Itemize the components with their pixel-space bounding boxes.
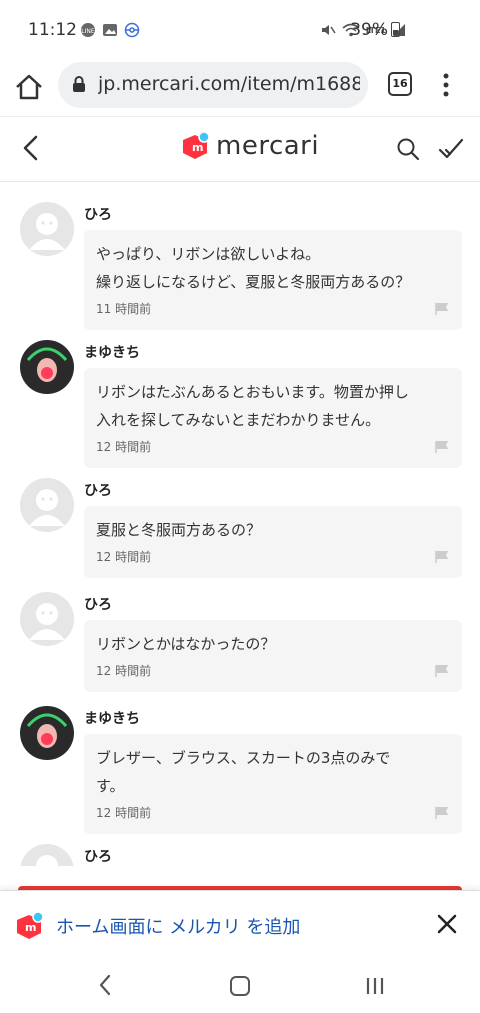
nav-home-icon[interactable] [230,976,250,996]
avatar[interactable] [20,478,74,532]
comment-username[interactable]: ひろ [84,204,112,224]
default-avatar-icon [29,213,65,250]
avatar[interactable] [20,844,74,866]
back-arrow-icon[interactable] [18,133,44,163]
lock-icon [73,76,85,92]
nav-recents-icon[interactable] [364,976,386,996]
search-icon[interactable] [396,137,420,161]
status-time: 11:12 [28,20,77,40]
mercari-logo[interactable]: m mercari [180,131,319,161]
default-avatar-icon [29,489,65,526]
comment-bubble: リボンはたぶんあるとおもいます。物置か押し 入れを探してみないとまだわかりません… [84,368,462,468]
logo-text: mercari [216,131,320,161]
url-field[interactable]: jp.mercari.com/item/m1688 [58,62,368,108]
comment-text: ブレザー、ブラウス、スカートの3点のみで す。 [96,749,391,795]
comment-username[interactable]: ひろ [84,480,112,500]
report-flag-icon[interactable] [434,664,450,678]
battery-icon [391,22,400,37]
battery-percent: 39% [350,20,388,40]
svg-text:m: m [25,921,36,934]
report-flag-icon[interactable] [434,806,450,820]
comment-list[interactable]: ひろ やっぱり、リボンは欲しいよね。 繰り返しになるけど、夏服と冬服両方あるの？… [0,182,480,866]
app-header: m mercari [0,116,480,182]
checklist-icon[interactable] [438,137,464,161]
comment-time: 12 時間前 [96,806,152,820]
mute-icon [321,25,336,35]
svg-text:m: m [192,141,203,154]
comment-bubble: 夏服と冬服両方あるの？ 12 時間前 [84,506,462,578]
user-photo-icon [26,347,68,382]
comment-username[interactable]: ひろ [84,846,112,866]
mercari-app-icon: m [17,911,44,939]
avatar[interactable] [20,340,74,394]
pokeball-icon [124,22,140,38]
comment-text: 夏服と冬服両方あるの？ [96,521,262,539]
comment-bubble: ブレザー、ブラウス、スカートの3点のみで す。 12 時間前 [84,734,462,834]
comment-time: 12 時間前 [96,440,152,454]
close-icon[interactable] [436,913,458,935]
report-flag-icon[interactable] [434,302,450,316]
avatar[interactable] [20,592,74,646]
comment-text: やっぱり、リボンは欲しいよね。 繰り返しになるけど、夏服と冬服両方あるの？ [96,245,411,291]
default-avatar-icon [36,855,58,866]
gallery-icon [103,24,117,36]
comment-text: リボンはたぶんあるとおもいます。物置か押し 入れを探してみないとまだわかりません… [96,383,409,429]
add-to-home-banner[interactable]: m ホーム画面に メルカリ を追加 [0,890,480,958]
system-nav-bar [0,958,480,1013]
mercari-logo-icon: m [183,131,210,159]
comment-username[interactable]: ひろ [84,594,112,614]
default-avatar-icon [29,603,65,640]
notification-icons: LINE [80,22,140,38]
url-text: jp.mercari.com/item/m1688 [98,73,360,95]
add-to-home-text[interactable]: ホーム画面に メルカリ を追加 [56,913,300,939]
svg-text:LINE: LINE [81,28,95,35]
comment-text: リボンとかはなかったの？ [96,635,276,653]
line-app-icon: LINE [81,23,95,37]
comment-bubble: リボンとかはなかったの？ 12 時間前 [84,620,462,692]
home-icon[interactable] [12,70,46,104]
comment-username[interactable]: まゆきち [84,708,140,728]
user-photo-icon [26,713,68,748]
comment-time: 11 時間前 [96,302,152,316]
browser-toolbar: jp.mercari.com/item/m1688 16 [0,60,480,116]
report-flag-icon[interactable] [434,440,450,454]
tab-switcher-button[interactable]: 16 [388,72,412,96]
more-options-icon[interactable] [438,70,454,100]
report-flag-icon[interactable] [434,550,450,564]
status-bar: 11:12 LINE LTE1 39% [0,0,480,60]
comment-bubble: やっぱり、リボンは欲しいよね。 繰り返しになるけど、夏服と冬服両方あるの？ 11… [84,230,462,330]
comment-time: 12 時間前 [96,664,152,678]
comment-time: 12 時間前 [96,550,152,564]
avatar[interactable] [20,202,74,256]
nav-back-icon[interactable] [98,974,112,996]
avatar[interactable] [20,706,74,760]
comment-username[interactable]: まゆきち [84,342,140,362]
